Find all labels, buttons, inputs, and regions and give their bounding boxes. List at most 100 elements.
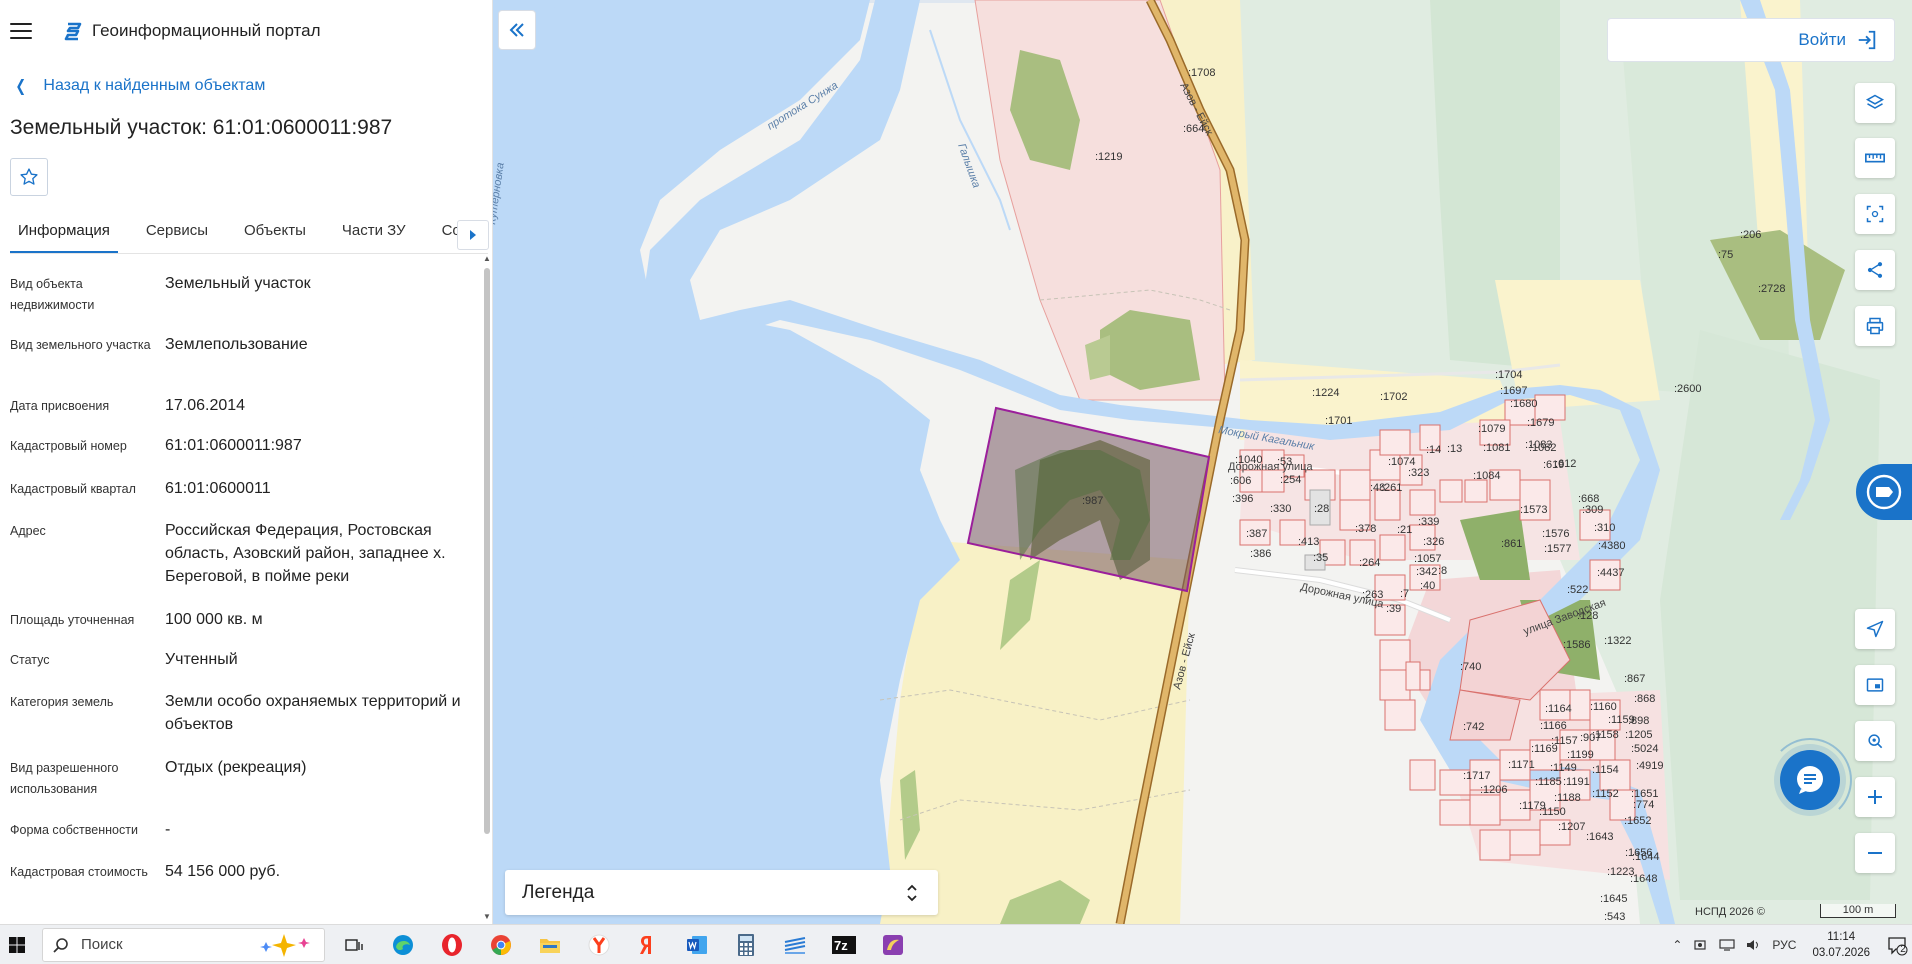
parcel-label: :1577 [1544, 543, 1572, 555]
zoom-out-button[interactable] [1855, 833, 1895, 873]
back-to-results-link[interactable]: ❮ Назад к найденным объектам [14, 76, 265, 96]
info-row: Адрес Российская Федерация, Ростовская о… [10, 519, 480, 608]
clock-date: 03.07.2026 [1812, 947, 1870, 959]
tabs-scroll-right-button[interactable] [457, 220, 489, 250]
info-label: Форма собственности [10, 823, 138, 837]
tab-services[interactable]: Сервисы [138, 212, 216, 253]
login-button[interactable]: Войти [1607, 18, 1895, 62]
info-label: Вид земельного участка [10, 338, 151, 352]
show-hidden-icons-chevron-up-icon[interactable]: ⌃ [1672, 938, 1682, 952]
parcel-label: :543 [1604, 911, 1625, 923]
scrollbar-thumb[interactable] [484, 268, 490, 834]
word-icon [687, 935, 707, 954]
svg-text:7z: 7z [834, 938, 848, 953]
hamburger-menu-icon[interactable] [10, 23, 32, 39]
legend-panel-toggle[interactable]: Легенда [505, 870, 938, 915]
portal-logo-icon [64, 22, 82, 41]
info-value: 54 156 000 руб. [165, 863, 281, 880]
scroll-up-icon[interactable]: ▲ [483, 254, 491, 263]
taskbar-file-explorer[interactable] [530, 925, 570, 964]
info-label: Категория земель [10, 695, 114, 709]
parcel-label: :1219 [1095, 151, 1123, 163]
tab-parts[interactable]: Части ЗУ [334, 212, 414, 253]
taskbar-7zip[interactable]: 7z [824, 925, 864, 964]
notification-center-button[interactable]: 2 [1882, 925, 1912, 964]
parcel-label: :326 [1423, 536, 1444, 548]
parcel-label: :664 [1183, 123, 1204, 135]
parcel-label: :907 [1580, 732, 1601, 744]
parcel-label: :1708 [1188, 67, 1216, 79]
parcel-label: :1160 [1590, 701, 1617, 713]
taskbar-edge[interactable] [383, 925, 423, 964]
onedrive-icon[interactable] [1693, 938, 1709, 952]
collapse-sidebar-button[interactable] [498, 10, 536, 50]
taskbar-viewer-app[interactable] [873, 925, 913, 964]
start-button[interactable] [0, 925, 34, 964]
parcel-label: :263 [1362, 589, 1383, 601]
taskbar-clock[interactable]: 11:14 03.07.2026 [1812, 929, 1870, 961]
parcel-label: :323 [1408, 467, 1429, 479]
taskbar-chrome[interactable] [481, 925, 521, 964]
speaker-volume-icon[interactable] [1745, 938, 1761, 952]
navigation-arrow-icon [1866, 620, 1884, 638]
taskbar-yandex-browser[interactable] [579, 925, 619, 964]
tab-objects[interactable]: Объекты [236, 212, 314, 253]
assistant-icon [1866, 474, 1902, 510]
measure-button[interactable] [1855, 138, 1895, 178]
info-scrollbar[interactable]: ▲ ▼ [482, 254, 492, 924]
area-select-button[interactable] [1855, 194, 1895, 234]
parcel-label: :522 [1567, 584, 1588, 596]
info-label: Вид объекта недвижимости [10, 277, 95, 312]
yandex-icon [640, 935, 651, 954]
taskbar-search-box[interactable]: Поиск [42, 927, 325, 962]
share-button[interactable] [1855, 250, 1895, 290]
parcel-label: :13 [1447, 443, 1462, 455]
info-row: Кадастровый номер 61:01:0600011:987 [10, 434, 480, 477]
layers-button[interactable] [1855, 83, 1895, 123]
info-label: Дата присвоения [10, 399, 110, 413]
parcel-label: :987 [1082, 495, 1103, 507]
parcel-label: :1224 [1312, 387, 1340, 399]
task-view-button[interactable] [334, 925, 374, 964]
info-row: Вид разрешенного использования Отдых (ре… [10, 756, 480, 818]
sparkles-icon [260, 933, 310, 957]
scroll-down-icon[interactable]: ▼ [483, 912, 491, 921]
info-label: Площадь уточненная [10, 613, 135, 627]
parcel-label: :387 [1246, 528, 1267, 540]
taskbar-app-stack[interactable] [775, 925, 815, 964]
minus-icon [1868, 852, 1882, 854]
taskbar-yandex[interactable] [628, 925, 668, 964]
windows-taskbar: Поиск 7z ⌃ РУС 11:14 03.07.2026 2 [0, 924, 1912, 964]
parcel-label: :868 [1634, 693, 1655, 705]
taskbar-word[interactable] [677, 925, 717, 964]
minimap-icon [1866, 678, 1884, 692]
parcel-label: :35 [1313, 552, 1328, 564]
zoom-in-button[interactable] [1855, 777, 1895, 817]
parcel-label: :330 [1270, 503, 1291, 515]
parcel-label: :128 [1577, 610, 1598, 622]
parcel-label: :1586 [1563, 639, 1591, 651]
parcel-label: :1652 [1624, 815, 1652, 827]
print-button[interactable] [1855, 306, 1895, 346]
star-icon [20, 168, 38, 185]
object-tabs: Информация Сервисы Объекты Части ЗУ Сост… [10, 212, 488, 254]
parcel-label: :606 [1230, 475, 1251, 487]
parcel-label: :1083 [1525, 439, 1553, 451]
keyboard-language[interactable]: РУС [1772, 938, 1796, 952]
edge-browser-icon [393, 934, 413, 955]
search-location-button[interactable] [1855, 721, 1895, 761]
chat-button[interactable] [1780, 750, 1840, 810]
print-icon [1866, 317, 1884, 335]
minimap-button[interactable] [1855, 665, 1895, 705]
geolocate-button[interactable] [1855, 609, 1895, 649]
network-icon[interactable] [1719, 938, 1736, 952]
legend-label: Легенда [522, 881, 595, 903]
system-tray: ⌃ РУС 11:14 03.07.2026 2 [1666, 925, 1912, 964]
assistant-side-tab[interactable] [1856, 464, 1912, 520]
taskbar-opera[interactable] [432, 925, 472, 964]
taskbar-calculator[interactable] [726, 925, 766, 964]
parcel-label: :1199 [1567, 749, 1594, 761]
tab-information[interactable]: Информация [10, 212, 118, 253]
favorite-button[interactable] [10, 158, 48, 196]
info-value: Землепользование [165, 336, 308, 353]
